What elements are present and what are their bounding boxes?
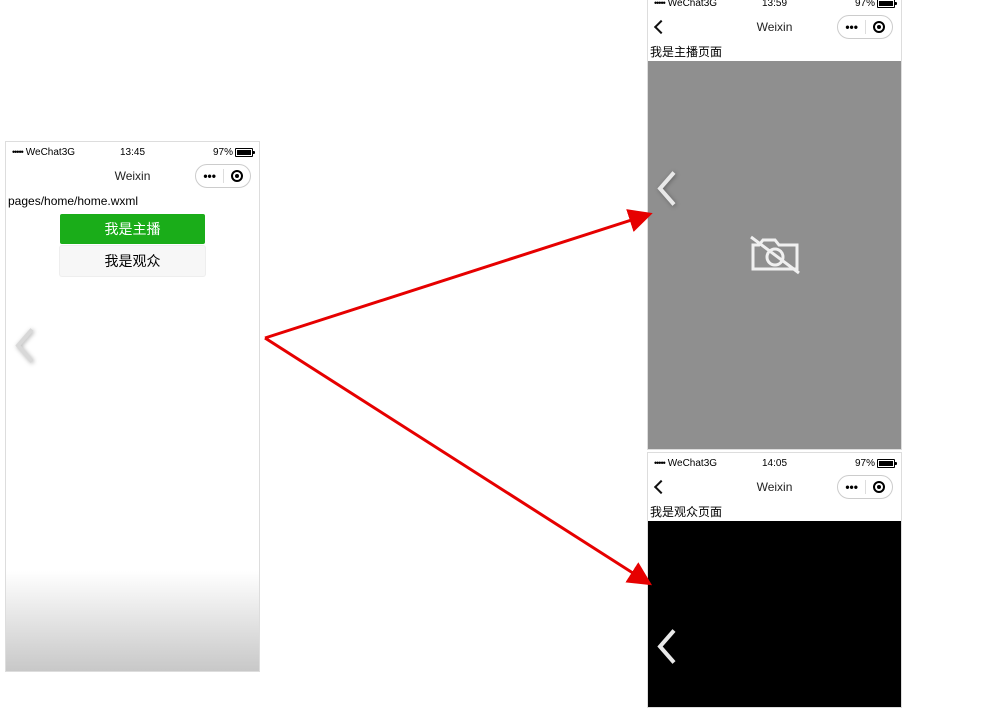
page-path-label: pages/home/home.wxml: [6, 190, 259, 214]
nav-bar: Weixin •••: [648, 473, 901, 501]
battery-percent: 97%: [855, 458, 875, 469]
status-bar: ••••• WeChat3G 13:59 97%: [648, 0, 901, 13]
nav-title: Weixin: [115, 169, 151, 183]
status-bar: ••••• WeChat3G 13:45 97%: [6, 142, 259, 162]
carrier-label: WeChat3G: [26, 147, 75, 158]
swipe-back-icon[interactable]: [654, 169, 680, 214]
back-icon[interactable]: [654, 480, 668, 494]
swipe-back-icon[interactable]: [654, 627, 680, 672]
nav-title: Weixin: [757, 480, 793, 494]
nav-bar: Weixin •••: [648, 13, 901, 41]
camera-preview: [648, 61, 901, 449]
battery-percent: 97%: [213, 147, 233, 158]
nav-title: Weixin: [757, 20, 793, 34]
signal-dots-icon: •••••: [654, 458, 665, 468]
camera-off-icon: [747, 233, 803, 277]
carrier-label: WeChat3G: [668, 458, 717, 469]
phone-viewer: ••••• WeChat3G 14:05 97% Weixin ••• 我是观众…: [647, 452, 902, 708]
miniprogram-capsule[interactable]: •••: [837, 475, 893, 499]
swipe-back-icon[interactable]: [12, 326, 38, 371]
arrow-to-host: [265, 215, 647, 338]
viewer-button[interactable]: 我是观众: [60, 246, 205, 276]
arrow-to-viewer: [265, 338, 647, 582]
battery-indicator: 97%: [855, 458, 895, 469]
capsule-close-icon[interactable]: [873, 21, 885, 33]
battery-percent: 97%: [855, 0, 875, 9]
miniprogram-capsule[interactable]: •••: [195, 164, 251, 188]
button-group: 我是主播 我是观众: [6, 214, 259, 276]
phone-body: [6, 276, 259, 671]
battery-icon: [877, 459, 895, 468]
phone-host: ••••• WeChat3G 13:59 97% Weixin ••• 我是主播…: [647, 0, 902, 450]
signal-dots-icon: •••••: [654, 0, 665, 8]
bottom-fade: [6, 571, 259, 671]
page-title: 我是观众页面: [648, 501, 901, 521]
video-player: [648, 521, 901, 707]
capsule-menu-icon[interactable]: •••: [845, 20, 858, 34]
capsule-menu-icon[interactable]: •••: [845, 480, 858, 494]
nav-bar: Weixin •••: [6, 162, 259, 190]
battery-icon: [877, 0, 895, 8]
capsule-menu-icon[interactable]: •••: [203, 169, 216, 183]
capsule-close-icon[interactable]: [231, 170, 243, 182]
battery-indicator: 97%: [855, 0, 895, 9]
host-button[interactable]: 我是主播: [60, 214, 205, 244]
phone-left: ••••• WeChat3G 13:45 97% Weixin ••• page…: [5, 141, 260, 672]
back-icon[interactable]: [654, 20, 668, 34]
signal-dots-icon: •••••: [12, 147, 23, 157]
battery-icon: [235, 148, 253, 157]
clock-label: 14:05: [762, 458, 787, 469]
carrier-label: WeChat3G: [668, 0, 717, 9]
page-title: 我是主播页面: [648, 41, 901, 61]
status-bar: ••••• WeChat3G 14:05 97%: [648, 453, 901, 473]
clock-label: 13:59: [762, 0, 787, 9]
miniprogram-capsule[interactable]: •••: [837, 15, 893, 39]
clock-label: 13:45: [120, 147, 145, 158]
battery-indicator: 97%: [213, 147, 253, 158]
capsule-close-icon[interactable]: [873, 481, 885, 493]
